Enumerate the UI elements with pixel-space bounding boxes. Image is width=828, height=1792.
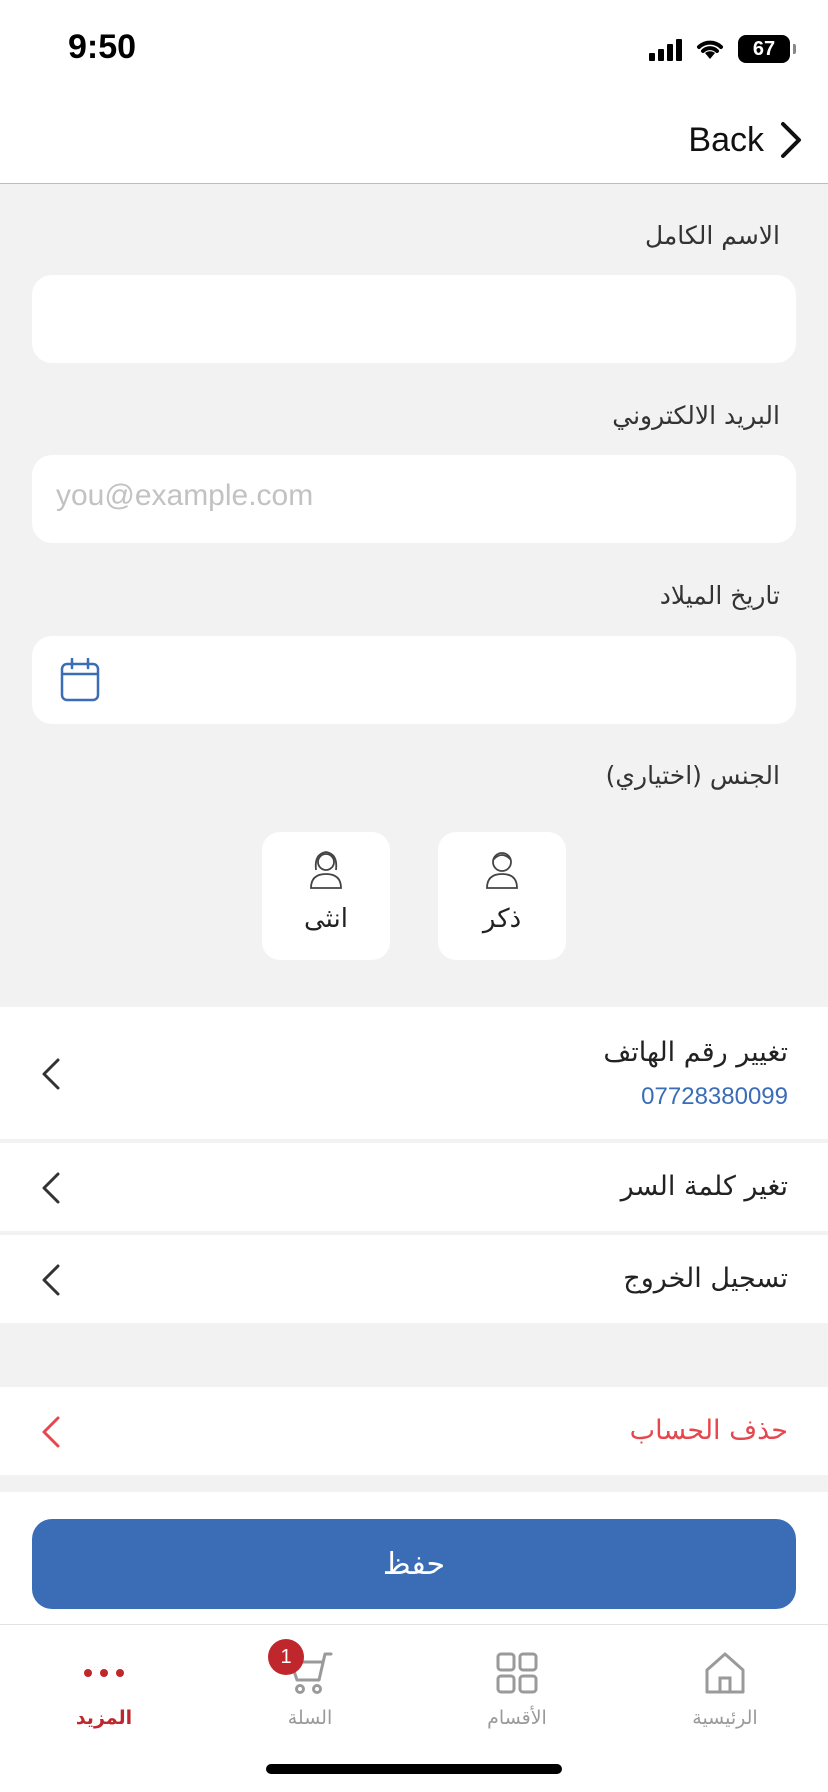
chevron-left-icon [42, 1058, 60, 1090]
delete-account-row[interactable]: حذف الحساب [0, 1387, 828, 1475]
navigation-bar: Back [0, 96, 828, 184]
tab-home[interactable]: الرئيسية [645, 1635, 805, 1745]
tab-bar: الرئيسية الأقسام 1 السلة المزيد [0, 1624, 828, 1792]
status-bar: 9:50 67 [0, 0, 828, 96]
more-dots-icon [84, 1669, 124, 1677]
logout-row[interactable]: تسجيل الخروج [0, 1235, 828, 1323]
delete-account-label: حذف الحساب [629, 1415, 788, 1446]
battery-icon: 67 [738, 35, 796, 63]
wifi-icon [697, 40, 723, 59]
tab-more-label: المزيد [75, 1707, 133, 1729]
chevron-left-icon [42, 1416, 60, 1448]
tab-categories[interactable]: الأقسام [437, 1635, 597, 1745]
logout-label: تسجيل الخروج [623, 1263, 788, 1294]
home-indicator [266, 1764, 562, 1774]
back-button[interactable]: Back [688, 114, 804, 166]
status-icons: 67 [649, 34, 796, 64]
tab-cart[interactable]: 1 السلة [230, 1635, 390, 1745]
save-area: حفظ [0, 1492, 828, 1624]
tab-more[interactable]: المزيد [24, 1635, 184, 1745]
save-label: حفظ [382, 1546, 446, 1582]
change-phone-title: تغيير رقم الهاتف [603, 1037, 788, 1068]
grid-icon [496, 1652, 538, 1694]
full-name-field[interactable] [32, 275, 796, 363]
chevron-left-icon [42, 1264, 60, 1296]
gender-option-female[interactable]: انثى [262, 832, 390, 960]
birthdate-field[interactable] [32, 636, 796, 724]
female-avatar-icon [310, 851, 342, 889]
status-time: 9:50 [68, 28, 137, 66]
gender-option-male[interactable]: ذكر [438, 832, 566, 960]
change-password-label: تغير كلمة السر [620, 1171, 788, 1202]
male-avatar-icon [486, 852, 518, 889]
battery-level: 67 [752, 37, 776, 60]
email-placeholder: you@example.com [56, 479, 314, 512]
save-button[interactable]: حفظ [32, 1519, 796, 1609]
gender-option-label: ذكر [482, 904, 522, 934]
email-field[interactable]: you@example.com [32, 455, 796, 543]
change-phone-row[interactable]: تغيير رقم الهاتف 07728380099 [0, 1007, 828, 1139]
profile-form: الاسم الكامل البريد الالكتروني you@examp… [0, 185, 828, 1005]
chevron-left-icon [42, 1172, 60, 1204]
gender-label: الجنس (اختياري) [605, 761, 780, 790]
cellular-signal-icon [649, 37, 682, 61]
gender-option-label: انثى [304, 904, 348, 934]
calendar-icon [60, 658, 100, 702]
chevron-right-icon [781, 122, 801, 158]
cart-badge: 1 [268, 1639, 304, 1675]
tab-categories-label: الأقسام [487, 1707, 547, 1729]
phone-number: 07728380099 [641, 1083, 788, 1110]
change-password-row[interactable]: تغير كلمة السر [0, 1143, 828, 1231]
tab-cart-label: السلة [287, 1707, 333, 1729]
birthdate-label: تاريخ الميلاد [659, 581, 780, 610]
back-label: Back [688, 120, 764, 159]
email-label: البريد الالكتروني [612, 401, 780, 430]
tab-home-label: الرئيسية [692, 1707, 758, 1729]
full-name-label: الاسم الكامل [644, 221, 780, 250]
home-icon [705, 1652, 745, 1694]
